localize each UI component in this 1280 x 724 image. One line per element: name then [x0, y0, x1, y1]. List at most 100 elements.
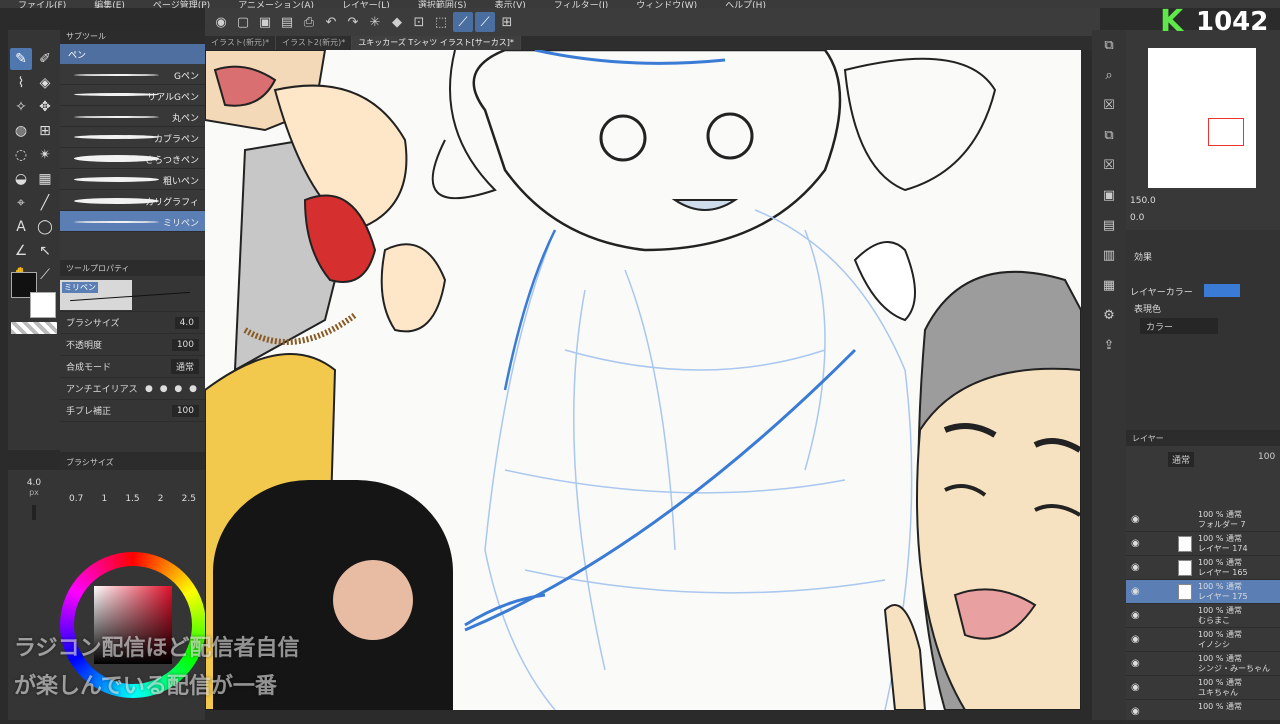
- eye-icon[interactable]: ◉: [1131, 562, 1140, 573]
- transform-icon[interactable]: ⊡: [409, 12, 429, 32]
- brush-size-preset[interactable]: 1: [101, 494, 107, 504]
- paste-icon[interactable]: ▣: [1098, 184, 1120, 206]
- layer-opacity-value[interactable]: 100: [1258, 452, 1275, 462]
- layer-blend-select[interactable]: 通常: [1168, 452, 1195, 467]
- drawing-canvas[interactable]: [205, 50, 1081, 710]
- layer-row[interactable]: ◉ 100 % 通常 シンジ・みーちゃん: [1126, 652, 1280, 676]
- tab-illustration-2[interactable]: イラスト2(新元)*: [276, 36, 353, 50]
- clear-icon[interactable]: ✳: [365, 12, 385, 32]
- text-tool-icon[interactable]: A: [10, 216, 32, 238]
- tab-circus-tshirt[interactable]: ユキッカーズ Tシャツ イラスト[サーカス]*: [352, 36, 521, 50]
- eye-icon[interactable]: ◉: [1131, 610, 1140, 621]
- brush-milli-pen[interactable]: ミリペン: [60, 211, 205, 232]
- zoom-value[interactable]: 150.0: [1130, 196, 1156, 206]
- save-icon[interactable]: ▤: [277, 12, 297, 32]
- prop-brush-size[interactable]: ブラシサイズ 4.0: [60, 312, 205, 334]
- delete-icon[interactable]: ☒: [1098, 154, 1120, 176]
- clear-layer-icon[interactable]: ☒: [1098, 94, 1120, 116]
- move-tool-icon[interactable]: ✥: [34, 96, 56, 118]
- prop-antialias[interactable]: アンチエイリアス ● ● ● ●: [60, 378, 205, 400]
- ruler-tool-icon[interactable]: ∠: [10, 240, 32, 262]
- layer-row[interactable]: ◉ 100 % 通常 フォルダー 7: [1126, 508, 1280, 532]
- prop-stabilization[interactable]: 手ブレ補正 100: [60, 400, 205, 422]
- brush-saratsuki-pen[interactable]: さらつきペン: [60, 148, 205, 169]
- brush-size-preset[interactable]: 1.5: [125, 494, 139, 504]
- brush-calligraphy[interactable]: カリグラフィ: [60, 190, 205, 211]
- merge-icon[interactable]: ▤: [1098, 214, 1120, 236]
- brush-maru-pen[interactable]: 丸ペン: [60, 106, 205, 127]
- brush-g-pen[interactable]: Gペン: [60, 64, 205, 85]
- eye-icon[interactable]: ◉: [1131, 538, 1140, 549]
- reference-icon[interactable]: ▥: [1098, 244, 1120, 266]
- snap-grid-icon[interactable]: ⊞: [497, 12, 517, 32]
- auto-select-icon[interactable]: ✴: [34, 144, 56, 166]
- navigator-preview[interactable]: [1148, 48, 1256, 188]
- print-icon[interactable]: ⎙: [299, 12, 319, 32]
- antialias-options[interactable]: ● ● ● ●: [145, 384, 199, 394]
- selection-tool-icon[interactable]: ↖: [34, 240, 56, 262]
- settings-icon[interactable]: ⚙: [1098, 304, 1120, 326]
- transparent-color-swatch[interactable]: [11, 322, 57, 334]
- eye-icon[interactable]: ◉: [1131, 706, 1140, 717]
- eye-icon[interactable]: ◉: [1131, 682, 1140, 693]
- fill-tool-icon[interactable]: ◒: [10, 168, 32, 190]
- brush-size-preset[interactable]: 2: [158, 494, 164, 504]
- eye-icon[interactable]: ◉: [1131, 634, 1140, 645]
- menu-file[interactable]: ファイル(F): [18, 2, 66, 9]
- eyedropper-tool-icon[interactable]: ⟋: [34, 264, 56, 286]
- layer-panel-icon[interactable]: ⧉: [1098, 34, 1120, 56]
- subtool-group-pen[interactable]: ペン: [60, 44, 205, 64]
- sub-color-swatch[interactable]: [30, 292, 56, 318]
- blend-tool-icon[interactable]: ◍: [10, 120, 32, 142]
- eraser-tool-icon[interactable]: ◈: [34, 72, 56, 94]
- operation-tool-icon[interactable]: ⌖: [10, 192, 32, 214]
- new-file-icon[interactable]: ▢: [233, 12, 253, 32]
- fill-icon[interactable]: ◆: [387, 12, 407, 32]
- rotation-value[interactable]: 0.0: [1130, 213, 1144, 223]
- eye-icon[interactable]: ◉: [1131, 514, 1140, 525]
- eye-icon[interactable]: ◉: [1131, 658, 1140, 669]
- redo-icon[interactable]: ↷: [343, 12, 363, 32]
- gradient-tool-icon[interactable]: ▦: [34, 168, 56, 190]
- brush-real-g-pen[interactable]: リアルGペン: [60, 85, 205, 106]
- export-icon[interactable]: ⇪: [1098, 334, 1120, 356]
- brush-size-title: ブラシサイズ: [60, 456, 205, 470]
- brush-kabura-pen[interactable]: カブラペン: [60, 127, 205, 148]
- layer-row[interactable]: ◉ 100 % 通常 レイヤー 174: [1126, 532, 1280, 556]
- prop-blend-mode[interactable]: 合成モード 通常: [60, 356, 205, 378]
- brush-size-preset[interactable]: 0.7: [69, 494, 83, 504]
- search-icon[interactable]: ⌕: [1098, 64, 1120, 86]
- open-folder-icon[interactable]: ▣: [255, 12, 275, 32]
- mask-icon[interactable]: ▦: [1098, 274, 1120, 296]
- layer-row[interactable]: ◉ 100 % 通常: [1126, 700, 1280, 724]
- tab-illustration-1[interactable]: イラスト(新元)*: [205, 36, 277, 50]
- menu-edit[interactable]: 編集(E): [94, 2, 125, 9]
- layer-row-selected[interactable]: ◉ 100 % 通常 レイヤー 175: [1126, 580, 1280, 604]
- navigator-viewport[interactable]: [1208, 118, 1244, 146]
- airbrush-tool-icon[interactable]: ✧: [10, 96, 32, 118]
- brush-rough-pen[interactable]: 粗いペン: [60, 169, 205, 190]
- pencil-tool-icon[interactable]: ✐: [34, 48, 56, 70]
- brush-tool-icon[interactable]: ⌇: [10, 72, 32, 94]
- layer-row[interactable]: ◉ 100 % 通常 むらまこ: [1126, 604, 1280, 628]
- snap-ruler-icon[interactable]: ⟋: [453, 12, 473, 32]
- expression-select[interactable]: カラー: [1140, 318, 1218, 334]
- deselect-icon[interactable]: ⬚: [431, 12, 451, 32]
- snap-special-ruler-icon[interactable]: ⟋: [475, 12, 495, 32]
- pen-tool-icon[interactable]: ✎: [10, 48, 32, 70]
- layer-row[interactable]: ◉ 100 % 通常 イノシシ: [1126, 628, 1280, 652]
- line-tool-icon[interactable]: ╱: [34, 192, 56, 214]
- balloon-tool-icon[interactable]: ◯: [34, 216, 56, 238]
- undo-icon[interactable]: ↶: [321, 12, 341, 32]
- eye-icon[interactable]: ◉: [1131, 586, 1140, 597]
- home-icon[interactable]: ◉: [211, 12, 231, 32]
- copy-icon[interactable]: ⧉: [1098, 124, 1120, 146]
- layer-row[interactable]: ◉ 100 % 通常 ユキちゃん: [1126, 676, 1280, 700]
- prop-opacity[interactable]: 不透明度 100: [60, 334, 205, 356]
- menu-page[interactable]: ページ管理(P): [153, 2, 210, 9]
- layer-color-swatch[interactable]: [1204, 284, 1240, 297]
- lasso-tool-icon[interactable]: ◌: [10, 144, 32, 166]
- layer-row[interactable]: ◉ 100 % 通常 レイヤー 165: [1126, 556, 1280, 580]
- brush-size-preset[interactable]: 2.5: [182, 494, 196, 504]
- grid-tool-icon[interactable]: ⊞: [34, 120, 56, 142]
